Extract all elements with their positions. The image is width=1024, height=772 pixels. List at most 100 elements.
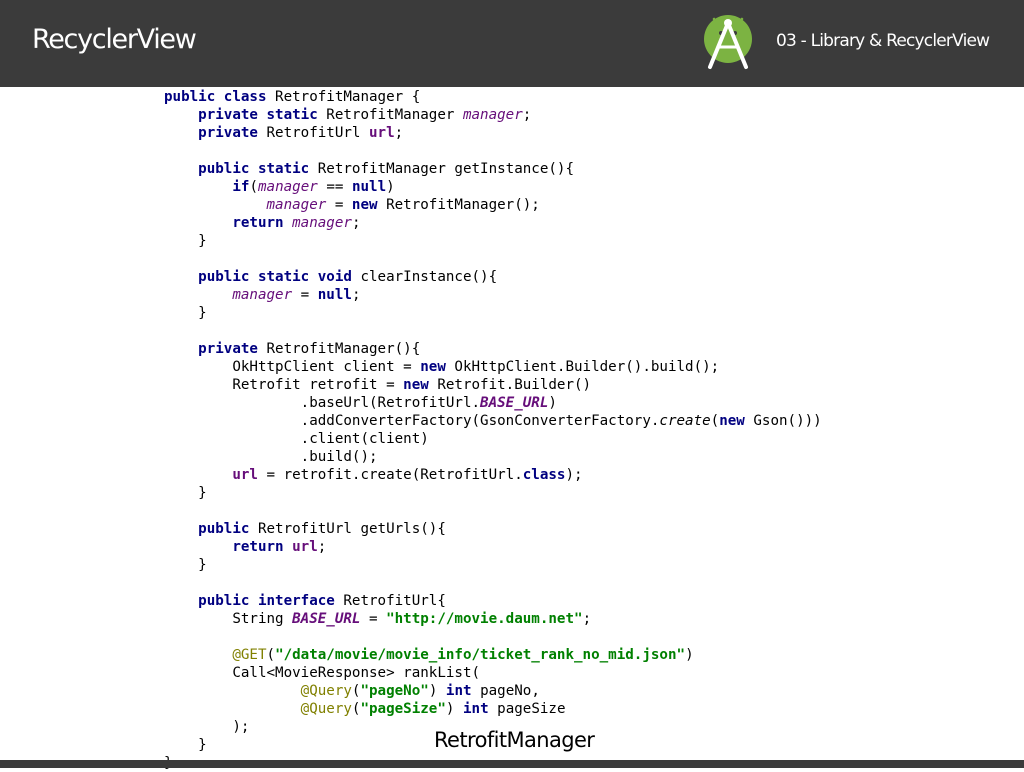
code-token: Retrofit retrofit =: [164, 377, 404, 393]
code-line: .build();: [164, 448, 822, 466]
code-token: }: [164, 485, 207, 501]
code-line: return url;: [164, 538, 822, 556]
code-token: @Query: [300, 701, 352, 717]
code-line: public static RetrofitManager getInstanc…: [164, 160, 822, 178]
code-token: }: [164, 737, 207, 753]
code-token: OkHttpClient client =: [164, 359, 421, 375]
code-token: ): [685, 647, 694, 663]
code-token: public class: [164, 89, 276, 105]
code-token: manager: [292, 215, 352, 231]
code-token: BASE_URL: [292, 611, 361, 627]
code-token: private: [198, 341, 267, 357]
code-token: "pageNo": [360, 683, 429, 699]
code-token: BASE_URL: [480, 395, 549, 411]
code-token: null: [317, 287, 352, 303]
android-studio-icon: [704, 15, 752, 69]
code-token: ==: [317, 179, 352, 195]
code-token: =: [292, 287, 318, 303]
code-line: manager = new RetrofitManager();: [164, 196, 822, 214]
code-token: new: [403, 377, 438, 393]
code-token: ;: [522, 107, 532, 123]
code-token: RetrofitUrl{: [343, 593, 446, 609]
code-line: @GET("/data/movie/movie_info/ticket_rank…: [164, 646, 822, 664]
code-token: public: [198, 521, 258, 537]
code-token: .addConverterFactory(GsonConverterFactor…: [164, 413, 660, 429]
code-line: url = retrofit.create(RetrofitUrl.class)…: [164, 466, 822, 484]
code-token: return: [232, 215, 293, 231]
code-line: private static RetrofitManager manager;: [164, 106, 822, 124]
code-token: url: [232, 467, 258, 483]
code-token: RetrofitUrl: [266, 125, 370, 141]
code-token: new: [351, 197, 387, 213]
code-token: new: [719, 413, 754, 429]
code-token: "/data/movie/movie_info/ticket_rank_no_m…: [275, 647, 686, 663]
code-token: RetrofitManager();: [386, 197, 540, 213]
code-token: null: [351, 179, 387, 195]
bottom-bar: [0, 760, 1024, 768]
code-token: =: [326, 197, 352, 213]
code-token: ;: [394, 125, 404, 141]
code-token: Call<MovieResponse> rankList(: [164, 665, 481, 681]
code-token: manager: [232, 287, 293, 303]
code-token: .baseUrl(RetrofitUrl.: [164, 395, 481, 411]
code-token: ;: [351, 215, 361, 231]
code-line: }: [164, 304, 822, 322]
code-token: private: [198, 125, 267, 141]
code-token: ): [428, 683, 446, 699]
code-line: manager = null;: [164, 286, 822, 304]
code-token: manager: [257, 179, 318, 195]
code-token: ): [445, 701, 463, 717]
code-line: @Query("pageSize") int pageSize: [164, 700, 822, 718]
code-line: }: [164, 484, 822, 502]
code-token: RetrofitManager(){: [266, 341, 421, 357]
code-token: RetrofitManager getInstance(){: [317, 161, 575, 177]
code-token: manager: [462, 107, 523, 123]
code-token: int: [462, 701, 498, 717]
code-line: .addConverterFactory(GsonConverterFactor…: [164, 412, 822, 430]
slide-title: RecyclerView: [32, 24, 197, 55]
code-token: int: [445, 683, 481, 699]
code-token: private static: [198, 107, 327, 123]
code-line: }: [164, 232, 822, 250]
code-token: return: [232, 539, 293, 555]
code-line: Retrofit retrofit = new Retrofit.Builder…: [164, 376, 822, 394]
code-token: ): [548, 395, 557, 411]
code-token: String: [164, 611, 293, 627]
code-line: if(manager == null): [164, 178, 822, 196]
code-line: String BASE_URL = "http://movie.daum.net…: [164, 610, 822, 628]
code-token: "pageSize": [360, 701, 446, 717]
code-line: OkHttpClient client = new OkHttpClient.B…: [164, 358, 822, 376]
code-token: }: [164, 305, 207, 321]
code-token: pageSize: [497, 701, 566, 717]
code-token: );: [164, 719, 250, 735]
code-line: private RetrofitUrl url;: [164, 124, 822, 142]
code-line: }: [164, 556, 822, 574]
code-token: create: [659, 413, 711, 429]
code-line: return manager;: [164, 214, 822, 232]
code-token: (: [249, 179, 258, 195]
code-line: public class RetrofitManager {: [164, 88, 822, 106]
code-token: =: [360, 611, 387, 627]
code-token: RetrofitManager {: [275, 89, 421, 105]
code-token: public static void: [198, 269, 361, 285]
code-token: "http://movie.daum.net": [386, 611, 583, 627]
code-token: ): [386, 179, 395, 195]
code-token: url: [292, 539, 318, 555]
